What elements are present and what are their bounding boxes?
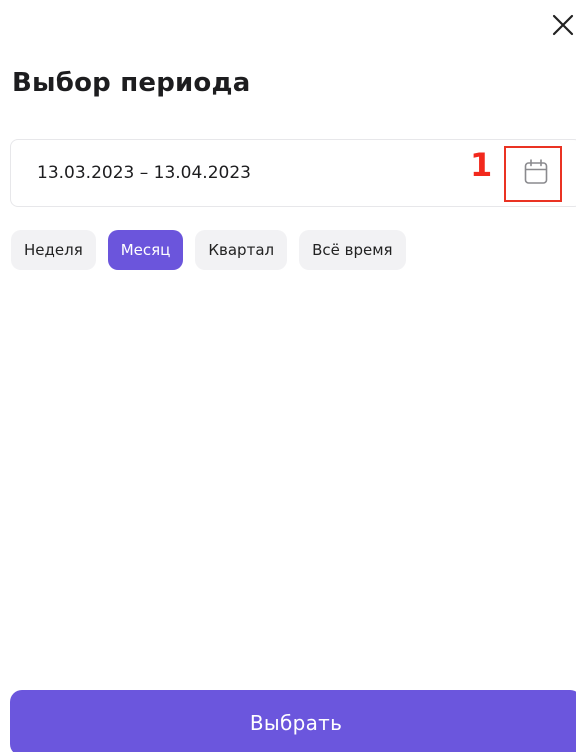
dialog-title: Выбор периода xyxy=(12,68,251,98)
chip-month[interactable]: Месяц xyxy=(107,230,184,270)
annotation-number: 1 xyxy=(470,146,493,184)
close-icon xyxy=(552,14,574,36)
chip-all-time[interactable]: Всё время xyxy=(299,230,406,270)
select-button[interactable]: Выбрать xyxy=(10,690,576,752)
chip-quarter[interactable]: Квартал xyxy=(195,230,288,270)
close-button[interactable] xyxy=(550,12,576,38)
chip-week[interactable]: Неделя xyxy=(11,230,96,270)
period-picker-dialog: Выбор периода 13.03.2023 – 13.04.2023 1 … xyxy=(0,0,576,752)
calendar-button[interactable] xyxy=(523,158,549,186)
period-chips: Неделя Месяц Квартал Всё время xyxy=(11,230,406,270)
calendar-icon xyxy=(524,159,548,184)
date-range-value: 13.03.2023 – 13.04.2023 xyxy=(37,163,251,183)
